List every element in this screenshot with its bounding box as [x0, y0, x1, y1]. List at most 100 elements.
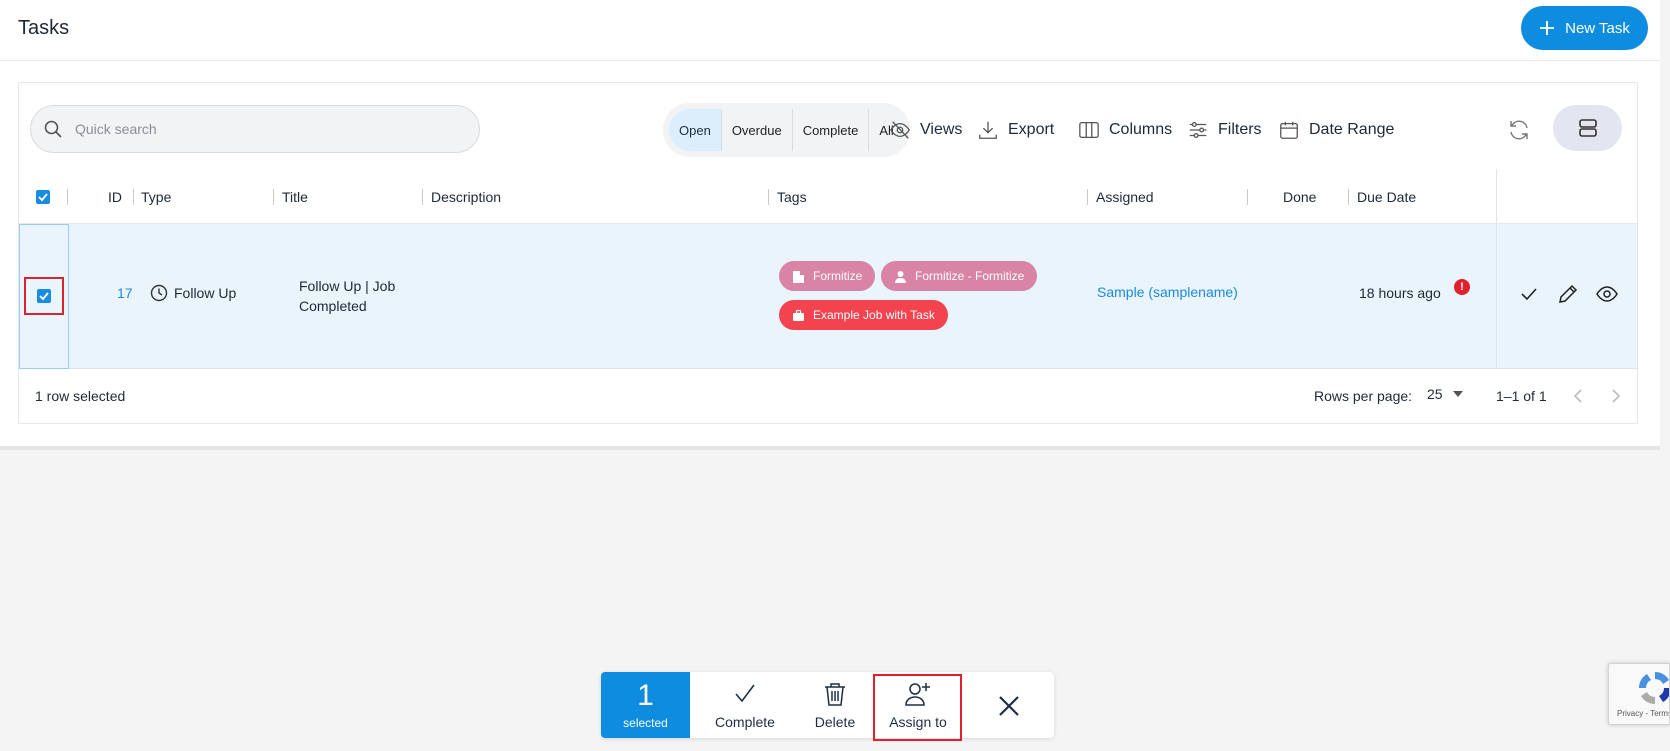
bulk-action-bar: 1 selected Complete Delete Assign to [601, 672, 1054, 738]
column-separator [768, 189, 769, 205]
column-header-tags[interactable]: Tags [777, 187, 807, 207]
task-type-label: Follow Up [174, 285, 237, 301]
columns-label: Columns [1109, 121, 1173, 138]
task-type: Follow Up [150, 284, 236, 302]
rows-per-page-label: Rows per page: [1314, 388, 1413, 404]
tag-chip[interactable]: Example Job with Task [779, 300, 948, 330]
date-range-label: Date Range [1309, 121, 1395, 138]
row-checkbox-highlight [24, 277, 64, 315]
column-header-assigned[interactable]: Assigned [1096, 187, 1154, 207]
column-header-due-date[interactable]: Due Date [1357, 187, 1416, 207]
row-checkbox[interactable] [37, 289, 51, 303]
previous-page-button[interactable] [1566, 384, 1590, 408]
recaptcha-logo-icon [1638, 671, 1669, 705]
filter-open[interactable]: Open [669, 109, 722, 151]
bulk-delete-button[interactable]: Delete [795, 672, 875, 738]
rows-per-page-select[interactable]: 25 [1427, 386, 1463, 402]
sliders-icon [1189, 122, 1207, 138]
recaptcha-links[interactable]: Privacy - Terms [1617, 709, 1669, 718]
check-icon [39, 292, 49, 301]
filters-button[interactable]: Filters [1187, 113, 1262, 147]
views-button[interactable]: Views [889, 113, 962, 147]
column-header-title[interactable]: Title [282, 187, 308, 207]
selected-count: 1 [637, 679, 654, 712]
column-header-id[interactable]: ID [108, 187, 122, 207]
assigned-user-link[interactable]: Sample (samplename) [1097, 284, 1238, 300]
column-header-type[interactable]: Type [141, 187, 171, 207]
next-page-button[interactable] [1604, 384, 1628, 408]
density-toggle-button[interactable] [1553, 105, 1622, 151]
select-all-cell [36, 187, 50, 207]
bulk-complete-label: Complete [715, 714, 775, 730]
complete-task-icon[interactable] [1517, 282, 1541, 306]
building-icon [793, 270, 804, 283]
filter-overdue[interactable]: Overdue [722, 109, 793, 151]
view-eye-icon[interactable] [1595, 282, 1619, 306]
export-button[interactable]: Export [977, 113, 1054, 147]
new-task-button[interactable]: New Task [1521, 6, 1648, 50]
column-separator [1247, 189, 1248, 205]
column-separator [133, 189, 134, 205]
checkmark-icon [735, 684, 755, 703]
column-separator [1348, 189, 1349, 205]
new-task-label: New Task [1565, 19, 1630, 37]
calendar-icon [1280, 121, 1298, 139]
views-label: Views [920, 121, 963, 138]
column-header-description[interactable]: Description [431, 187, 501, 207]
close-icon[interactable] [993, 690, 1025, 722]
pagination-range: 1–1 of 1 [1496, 388, 1547, 404]
overdue-alert-icon: ! [1454, 279, 1470, 295]
eye-off-icon [890, 121, 910, 139]
tasks-table-card: Open Overdue Complete All Views Export C… [18, 82, 1638, 424]
status-filter: Open Overdue Complete All [663, 103, 910, 157]
task-id-link[interactable]: 17 [117, 285, 133, 301]
selection-count: 1 row selected [35, 388, 126, 404]
tag-label: Example Job with Task [813, 308, 935, 322]
column-separator [67, 189, 68, 205]
tag-chip[interactable]: Formitize - Formitize [881, 261, 1038, 291]
page-content: Tasks New Task Open Overdue Complete All… [0, 0, 1660, 450]
search-icon [44, 120, 62, 138]
scrollbar[interactable] [1660, 0, 1670, 751]
recaptcha-badge[interactable]: Privacy - Terms [1608, 663, 1670, 725]
assign-button-highlight [873, 674, 962, 741]
caret-down-icon [1452, 391, 1463, 397]
chevron-right-icon [1612, 389, 1621, 403]
task-title: Follow Up | Job Completed [299, 278, 396, 314]
column-header-done[interactable]: Done [1283, 187, 1316, 207]
refresh-icon[interactable] [1507, 118, 1531, 142]
export-label: Export [1008, 121, 1055, 138]
edit-pencil-icon[interactable] [1556, 282, 1580, 306]
row-select-cell [19, 224, 69, 369]
filters-label: Filters [1218, 121, 1262, 138]
column-separator [422, 189, 423, 205]
table-row[interactable]: 17 Follow Up Follow Up | Job Completed F… [19, 224, 1637, 369]
download-icon [979, 121, 997, 139]
select-all-checkbox[interactable] [36, 190, 50, 204]
columns-icon [1079, 122, 1099, 138]
trash-icon [825, 683, 845, 706]
quick-search[interactable] [30, 105, 480, 153]
rows-icon [1578, 119, 1597, 137]
selected-count-badge: 1 selected [601, 672, 690, 738]
columns-button[interactable]: Columns [1078, 113, 1172, 147]
column-separator [1087, 189, 1088, 205]
actions-column-divider [1496, 169, 1497, 369]
due-date: 18 hours ago [1359, 285, 1441, 301]
rows-per-page-value: 25 [1427, 386, 1443, 402]
bulk-delete-label: Delete [814, 714, 856, 730]
check-icon [38, 193, 48, 202]
tag-chip[interactable]: Formitize [779, 261, 876, 291]
page-bottom-shadow [0, 446, 1660, 450]
plus-icon [1540, 21, 1555, 35]
filter-complete[interactable]: Complete [793, 109, 870, 151]
page-title: Tasks [18, 17, 70, 39]
page-header: Tasks New Task [0, 0, 1660, 61]
search-input[interactable] [75, 121, 435, 137]
selected-count-label: selected [623, 716, 668, 730]
bulk-complete-button[interactable]: Complete [705, 672, 785, 738]
tag-label: Formitize - Formitize [915, 269, 1025, 283]
clock-icon [150, 284, 168, 302]
date-range-button[interactable]: Date Range [1278, 113, 1394, 147]
column-separator [273, 189, 274, 205]
